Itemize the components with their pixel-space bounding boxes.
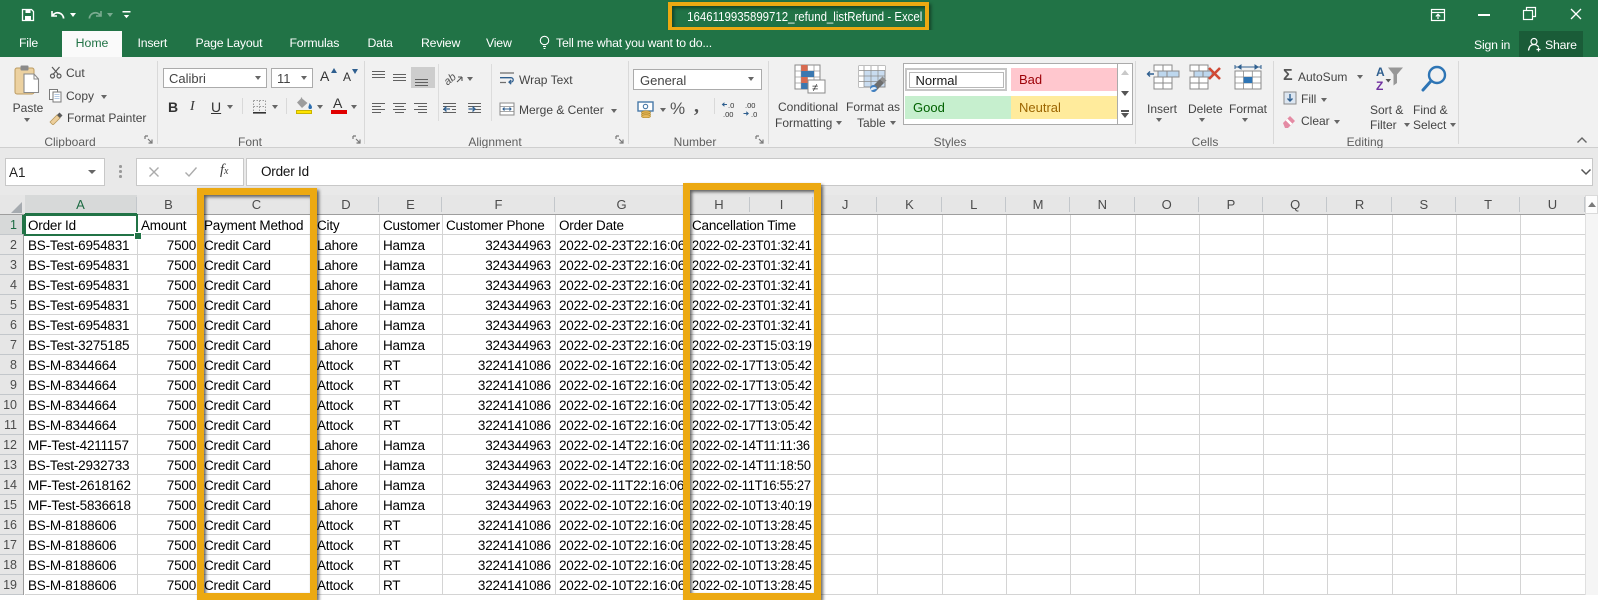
- svg-text:.00: .00: [745, 101, 755, 110]
- svg-text:.0: .0: [728, 101, 734, 110]
- svg-text:.0: .0: [751, 110, 757, 119]
- svg-text:ab: ab: [444, 71, 459, 87]
- svg-text:A: A: [1376, 65, 1385, 79]
- svg-text:Z: Z: [1376, 79, 1383, 93]
- svg-text:.00: .00: [723, 110, 733, 119]
- svg-text:≠: ≠: [812, 82, 818, 94]
